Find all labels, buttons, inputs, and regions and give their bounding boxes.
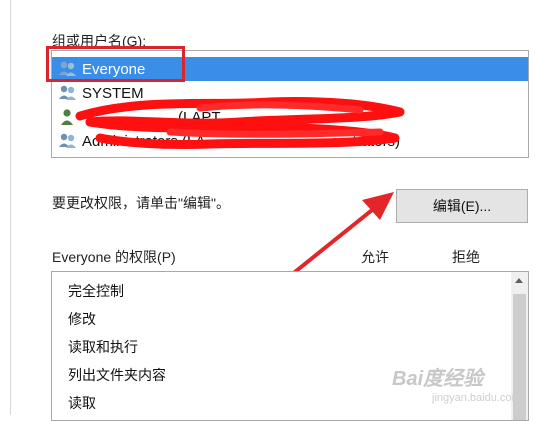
user-row-everyone[interactable]: Everyone: [52, 57, 528, 81]
redaction-scribble: [75, 96, 405, 150]
window-left-edge: [10, 0, 11, 415]
permissions-title: Everyone 的权限(P): [52, 249, 176, 265]
permission-item: 列出文件夹内容: [68, 367, 166, 383]
permission-item: 修改: [68, 311, 96, 327]
watermark: Bai度经验: [392, 368, 484, 390]
groups-label: 组或用户名(G):: [52, 33, 147, 49]
group-icon: [58, 60, 78, 78]
scroll-up-arrow-icon[interactable]: [515, 278, 523, 283]
change-permissions-hint: 要更改权限，请单击"编辑"。: [52, 195, 230, 211]
allow-column-header: 允许: [361, 249, 389, 265]
permission-item: 读取和执行: [68, 339, 138, 355]
deny-column-header: 拒绝: [452, 249, 480, 265]
user-name: Everyone: [82, 60, 146, 78]
permission-item: 读取: [68, 395, 96, 411]
watermark-url: jingyan.baidu.com: [432, 392, 521, 404]
edit-button[interactable]: 编辑(E)...: [396, 189, 528, 223]
permission-item: 完全控制: [68, 283, 124, 299]
